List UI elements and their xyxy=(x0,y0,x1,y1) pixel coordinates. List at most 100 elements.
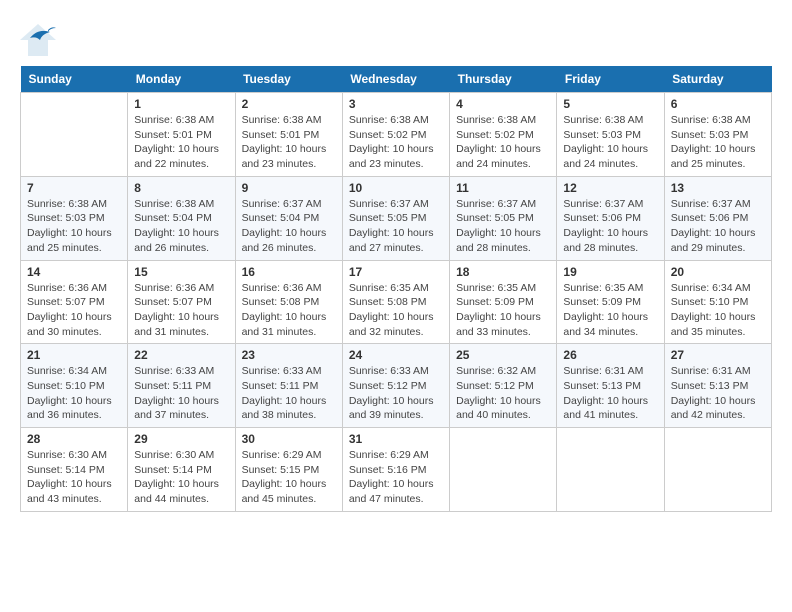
day-info: Sunrise: 6:32 AM Sunset: 5:12 PM Dayligh… xyxy=(456,364,550,423)
day-number: 26 xyxy=(563,348,657,362)
day-info: Sunrise: 6:31 AM Sunset: 5:13 PM Dayligh… xyxy=(671,364,765,423)
calendar-week-row: 1 Sunrise: 6:38 AM Sunset: 5:01 PM Daylig… xyxy=(21,93,772,177)
day-number: 13 xyxy=(671,181,765,195)
col-header-wednesday: Wednesday xyxy=(342,66,449,93)
col-header-monday: Monday xyxy=(128,66,235,93)
calendar-cell: 31 Sunrise: 6:29 AM Sunset: 5:16 PM Dayli… xyxy=(342,428,449,512)
logo xyxy=(20,20,58,56)
day-info: Sunrise: 6:34 AM Sunset: 5:10 PM Dayligh… xyxy=(27,364,121,423)
day-info: Sunrise: 6:29 AM Sunset: 5:16 PM Dayligh… xyxy=(349,448,443,507)
day-number: 29 xyxy=(134,432,228,446)
logo-bird-icon xyxy=(20,20,56,56)
day-number: 30 xyxy=(242,432,336,446)
day-info: Sunrise: 6:29 AM Sunset: 5:15 PM Dayligh… xyxy=(242,448,336,507)
day-info: Sunrise: 6:38 AM Sunset: 5:03 PM Dayligh… xyxy=(27,197,121,256)
calendar-week-row: 14 Sunrise: 6:36 AM Sunset: 5:07 PM Dayli… xyxy=(21,260,772,344)
calendar-cell: 19 Sunrise: 6:35 AM Sunset: 5:09 PM Dayli… xyxy=(557,260,664,344)
calendar-table: SundayMondayTuesdayWednesdayThursdayFrid… xyxy=(20,66,772,512)
calendar-cell: 18 Sunrise: 6:35 AM Sunset: 5:09 PM Dayli… xyxy=(450,260,557,344)
calendar-cell: 4Sunrise: 6:38 AM Sunset: 5:02 PM Daylig… xyxy=(450,93,557,177)
page-header xyxy=(20,20,772,56)
day-number: 1 xyxy=(134,97,228,111)
day-info: Sunrise: 6:30 AM Sunset: 5:14 PM Dayligh… xyxy=(27,448,121,507)
day-number: 6 xyxy=(671,97,765,111)
day-number: 9 xyxy=(242,181,336,195)
calendar-cell xyxy=(557,428,664,512)
day-info: Sunrise: 6:37 AM Sunset: 5:06 PM Dayligh… xyxy=(563,197,657,256)
day-info: Sunrise: 6:31 AM Sunset: 5:13 PM Dayligh… xyxy=(563,364,657,423)
day-info: Sunrise: 6:38 AM Sunset: 5:01 PM Dayligh… xyxy=(242,113,336,172)
calendar-cell: 11 Sunrise: 6:37 AM Sunset: 5:05 PM Dayli… xyxy=(450,176,557,260)
calendar-cell: 3Sunrise: 6:38 AM Sunset: 5:02 PM Daylig… xyxy=(342,93,449,177)
calendar-cell: 12 Sunrise: 6:37 AM Sunset: 5:06 PM Dayli… xyxy=(557,176,664,260)
day-number: 25 xyxy=(456,348,550,362)
calendar-cell: 21 Sunrise: 6:34 AM Sunset: 5:10 PM Dayli… xyxy=(21,344,128,428)
day-number: 23 xyxy=(242,348,336,362)
calendar-cell: 14 Sunrise: 6:36 AM Sunset: 5:07 PM Dayli… xyxy=(21,260,128,344)
calendar-cell: 23Sunrise: 6:33 AM Sunset: 5:11 PM Dayli… xyxy=(235,344,342,428)
day-number: 12 xyxy=(563,181,657,195)
day-number: 31 xyxy=(349,432,443,446)
col-header-saturday: Saturday xyxy=(664,66,771,93)
day-number: 17 xyxy=(349,265,443,279)
day-info: Sunrise: 6:37 AM Sunset: 5:06 PM Dayligh… xyxy=(671,197,765,256)
calendar-cell: 20 Sunrise: 6:34 AM Sunset: 5:10 PM Dayli… xyxy=(664,260,771,344)
calendar-cell: 5Sunrise: 6:38 AM Sunset: 5:03 PM Daylig… xyxy=(557,93,664,177)
day-number: 10 xyxy=(349,181,443,195)
calendar-week-row: 28Sunrise: 6:30 AM Sunset: 5:14 PM Dayli… xyxy=(21,428,772,512)
day-info: Sunrise: 6:37 AM Sunset: 5:04 PM Dayligh… xyxy=(242,197,336,256)
day-info: Sunrise: 6:38 AM Sunset: 5:02 PM Dayligh… xyxy=(349,113,443,172)
calendar-cell: 13 Sunrise: 6:37 AM Sunset: 5:06 PM Dayli… xyxy=(664,176,771,260)
day-info: Sunrise: 6:38 AM Sunset: 5:04 PM Dayligh… xyxy=(134,197,228,256)
calendar-cell: 16 Sunrise: 6:36 AM Sunset: 5:08 PM Dayli… xyxy=(235,260,342,344)
calendar-cell: 9 Sunrise: 6:37 AM Sunset: 5:04 PM Daylig… xyxy=(235,176,342,260)
day-number: 20 xyxy=(671,265,765,279)
calendar-cell: 1Sunrise: 6:38 AM Sunset: 5:01 PM Daylig… xyxy=(128,93,235,177)
calendar-cell: 22 Sunrise: 6:33 AM Sunset: 5:11 PM Dayli… xyxy=(128,344,235,428)
calendar-header-row: SundayMondayTuesdayWednesdayThursdayFrid… xyxy=(21,66,772,93)
calendar-cell: 25 Sunrise: 6:32 AM Sunset: 5:12 PM Dayli… xyxy=(450,344,557,428)
day-info: Sunrise: 6:38 AM Sunset: 5:03 PM Dayligh… xyxy=(671,113,765,172)
day-number: 7 xyxy=(27,181,121,195)
calendar-cell: 27 Sunrise: 6:31 AM Sunset: 5:13 PM Dayli… xyxy=(664,344,771,428)
day-info: Sunrise: 6:37 AM Sunset: 5:05 PM Dayligh… xyxy=(456,197,550,256)
calendar-cell: 24 Sunrise: 6:33 AM Sunset: 5:12 PM Dayli… xyxy=(342,344,449,428)
day-number: 21 xyxy=(27,348,121,362)
calendar-cell xyxy=(664,428,771,512)
calendar-cell: 17 Sunrise: 6:35 AM Sunset: 5:08 PM Dayli… xyxy=(342,260,449,344)
calendar-cell: 8Sunrise: 6:38 AM Sunset: 5:04 PM Daylig… xyxy=(128,176,235,260)
col-header-sunday: Sunday xyxy=(21,66,128,93)
calendar-cell: 15 Sunrise: 6:36 AM Sunset: 5:07 PM Dayli… xyxy=(128,260,235,344)
day-number: 15 xyxy=(134,265,228,279)
day-number: 11 xyxy=(456,181,550,195)
day-info: Sunrise: 6:38 AM Sunset: 5:03 PM Dayligh… xyxy=(563,113,657,172)
day-info: Sunrise: 6:35 AM Sunset: 5:09 PM Dayligh… xyxy=(456,281,550,340)
calendar-cell: 26 Sunrise: 6:31 AM Sunset: 5:13 PM Dayli… xyxy=(557,344,664,428)
day-info: Sunrise: 6:34 AM Sunset: 5:10 PM Dayligh… xyxy=(671,281,765,340)
day-number: 2 xyxy=(242,97,336,111)
calendar-cell: 2 Sunrise: 6:38 AM Sunset: 5:01 PM Daylig… xyxy=(235,93,342,177)
day-info: Sunrise: 6:33 AM Sunset: 5:12 PM Dayligh… xyxy=(349,364,443,423)
day-number: 16 xyxy=(242,265,336,279)
day-info: Sunrise: 6:30 AM Sunset: 5:14 PM Dayligh… xyxy=(134,448,228,507)
day-info: Sunrise: 6:36 AM Sunset: 5:07 PM Dayligh… xyxy=(27,281,121,340)
day-number: 19 xyxy=(563,265,657,279)
day-number: 22 xyxy=(134,348,228,362)
day-number: 27 xyxy=(671,348,765,362)
day-info: Sunrise: 6:36 AM Sunset: 5:07 PM Dayligh… xyxy=(134,281,228,340)
day-info: Sunrise: 6:35 AM Sunset: 5:09 PM Dayligh… xyxy=(563,281,657,340)
calendar-cell: 29 Sunrise: 6:30 AM Sunset: 5:14 PM Dayli… xyxy=(128,428,235,512)
day-number: 18 xyxy=(456,265,550,279)
calendar-cell: 7 Sunrise: 6:38 AM Sunset: 5:03 PM Daylig… xyxy=(21,176,128,260)
calendar-cell: 28Sunrise: 6:30 AM Sunset: 5:14 PM Dayli… xyxy=(21,428,128,512)
col-header-thursday: Thursday xyxy=(450,66,557,93)
calendar-cell: 30 Sunrise: 6:29 AM Sunset: 5:15 PM Dayli… xyxy=(235,428,342,512)
day-info: Sunrise: 6:35 AM Sunset: 5:08 PM Dayligh… xyxy=(349,281,443,340)
day-info: Sunrise: 6:33 AM Sunset: 5:11 PM Dayligh… xyxy=(134,364,228,423)
calendar-week-row: 21 Sunrise: 6:34 AM Sunset: 5:10 PM Dayli… xyxy=(21,344,772,428)
day-number: 24 xyxy=(349,348,443,362)
day-info: Sunrise: 6:36 AM Sunset: 5:08 PM Dayligh… xyxy=(242,281,336,340)
day-number: 14 xyxy=(27,265,121,279)
calendar-cell xyxy=(450,428,557,512)
day-info: Sunrise: 6:37 AM Sunset: 5:05 PM Dayligh… xyxy=(349,197,443,256)
